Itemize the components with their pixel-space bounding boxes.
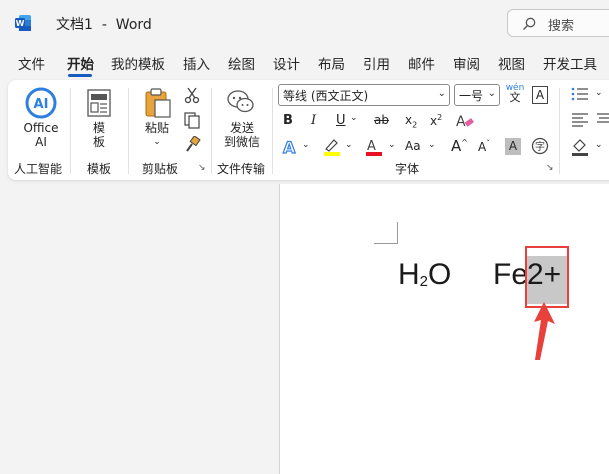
search-icon [523, 17, 536, 30]
clipboard-launcher-icon[interactable]: ↘ [198, 163, 206, 173]
document-title: 文档1 - Word [56, 17, 152, 33]
character-shading-button[interactable]: A [505, 138, 521, 155]
bold-button[interactable]: B [283, 113, 293, 128]
tab-mailings[interactable]: 邮件 [408, 53, 435, 73]
annotation-box [525, 246, 569, 308]
formula-fe[interactable]: Fe [493, 258, 528, 292]
word-logo-icon: W [15, 15, 31, 31]
divider [211, 88, 212, 174]
bullets-dropdown-icon[interactable]: ⌄ [595, 88, 603, 98]
tab-draw[interactable]: 绘图 [228, 53, 255, 73]
group-label-clipboard: 剪贴板 [142, 162, 179, 176]
tab-layout[interactable]: 布局 [318, 53, 345, 73]
font-color-dropdown-icon[interactable]: ⌄ [388, 140, 396, 150]
paste-button[interactable]: 粘贴 ⌄ [142, 121, 172, 149]
underline-dropdown-icon[interactable]: ⌄ [350, 113, 358, 123]
svg-text:W: W [16, 19, 25, 28]
document-page[interactable] [279, 184, 609, 474]
align-left-icon[interactable] [571, 112, 589, 128]
paste-icon[interactable] [143, 87, 173, 119]
svg-text:A: A [367, 139, 376, 154]
formula-h2o[interactable]: H2O [398, 258, 451, 292]
bullets-icon[interactable] [571, 86, 589, 102]
change-case-button[interactable]: Aa [405, 139, 421, 153]
search-box[interactable]: 搜索 [507, 9, 609, 37]
tab-my-templates[interactable]: 我的模板 [111, 53, 165, 73]
office-ai-icon[interactable]: AI [24, 86, 58, 120]
divider [559, 88, 560, 174]
highlighter-dropdown-icon[interactable]: ⌄ [345, 140, 353, 150]
underline-button[interactable]: U [336, 113, 346, 128]
change-case-dropdown-icon[interactable]: ⌄ [428, 140, 436, 150]
send-to-wechat-button[interactable]: 发送 到微信 [222, 121, 262, 149]
group-label-file-transfer: 文件传输 [217, 162, 266, 176]
tab-design[interactable]: 设计 [273, 53, 300, 73]
font-size-select[interactable]: 一号 ⌄ [454, 84, 500, 106]
shading-dropdown-icon[interactable]: ⌄ [595, 140, 603, 150]
tab-home[interactable]: 开始 [67, 53, 94, 73]
tab-review[interactable]: 审阅 [453, 53, 480, 73]
template-button[interactable]: 模 板 [84, 121, 114, 149]
search-placeholder: 搜索 [548, 19, 575, 34]
tab-developer[interactable]: 开发工具 [543, 53, 597, 73]
font-launcher-icon[interactable]: ↘ [546, 163, 554, 173]
text-effects-dropdown-icon[interactable]: ⌄ [302, 140, 310, 150]
svg-text:字: 字 [535, 140, 545, 153]
highlighter-icon[interactable] [322, 137, 342, 157]
ribbon-tabs: 文件 开始 我的模板 插入 绘图 设计 布局 引用 邮件 审阅 视图 开发工具 [0, 50, 609, 76]
title-bar: W 文档1 - Word 搜索 [0, 0, 609, 46]
tab-references[interactable]: 引用 [363, 53, 390, 73]
tab-view[interactable]: 视图 [498, 53, 525, 73]
wechat-icon[interactable] [226, 89, 256, 115]
group-label-ai: 人工智能 [14, 162, 63, 176]
font-name-select[interactable]: 等线 (西文正文) ⌄ [278, 84, 450, 106]
italic-button[interactable]: I [311, 113, 316, 128]
align-center-icon[interactable] [597, 112, 609, 128]
group-label-font: 字体 [395, 162, 420, 176]
divider [128, 88, 129, 174]
subscript-button[interactable]: x2 [405, 113, 417, 129]
font-color-icon[interactable]: A [364, 137, 384, 157]
cut-icon[interactable] [183, 86, 201, 104]
tab-file[interactable]: 文件 [18, 53, 45, 73]
divider [70, 88, 71, 174]
divider [272, 88, 273, 174]
format-painter-icon[interactable] [183, 136, 201, 154]
svg-text:AI: AI [34, 97, 49, 112]
annotation-arrow-icon [534, 302, 555, 360]
grow-font-button[interactable]: A^ [451, 137, 468, 155]
office-ai-button[interactable]: Office AI [18, 121, 64, 149]
character-border-button[interactable]: A [532, 86, 548, 104]
active-tab-indicator [68, 74, 92, 77]
group-label-template: 模板 [87, 162, 112, 176]
superscript-button[interactable]: x2 [430, 113, 442, 128]
copy-icon[interactable] [183, 111, 201, 129]
svg-text:A: A [456, 114, 466, 130]
margin-corner-mark [374, 222, 398, 244]
tab-insert[interactable]: 插入 [183, 53, 210, 73]
shrink-font-button[interactable]: Aˇ [478, 139, 490, 154]
template-icon[interactable] [86, 89, 112, 117]
chevron-down-icon: ⌄ [437, 88, 446, 99]
svg-text:A: A [283, 138, 296, 156]
text-effects-icon[interactable]: A [282, 138, 302, 156]
clear-formatting-icon[interactable]: A [455, 112, 475, 130]
shading-icon[interactable] [571, 138, 589, 156]
chevron-down-icon: ⌄ [487, 88, 496, 99]
strikethrough-button[interactable]: ab [374, 113, 389, 127]
phonetic-guide-button[interactable]: wén 文 [504, 84, 526, 106]
enclose-characters-icon[interactable]: 字 [531, 137, 549, 155]
